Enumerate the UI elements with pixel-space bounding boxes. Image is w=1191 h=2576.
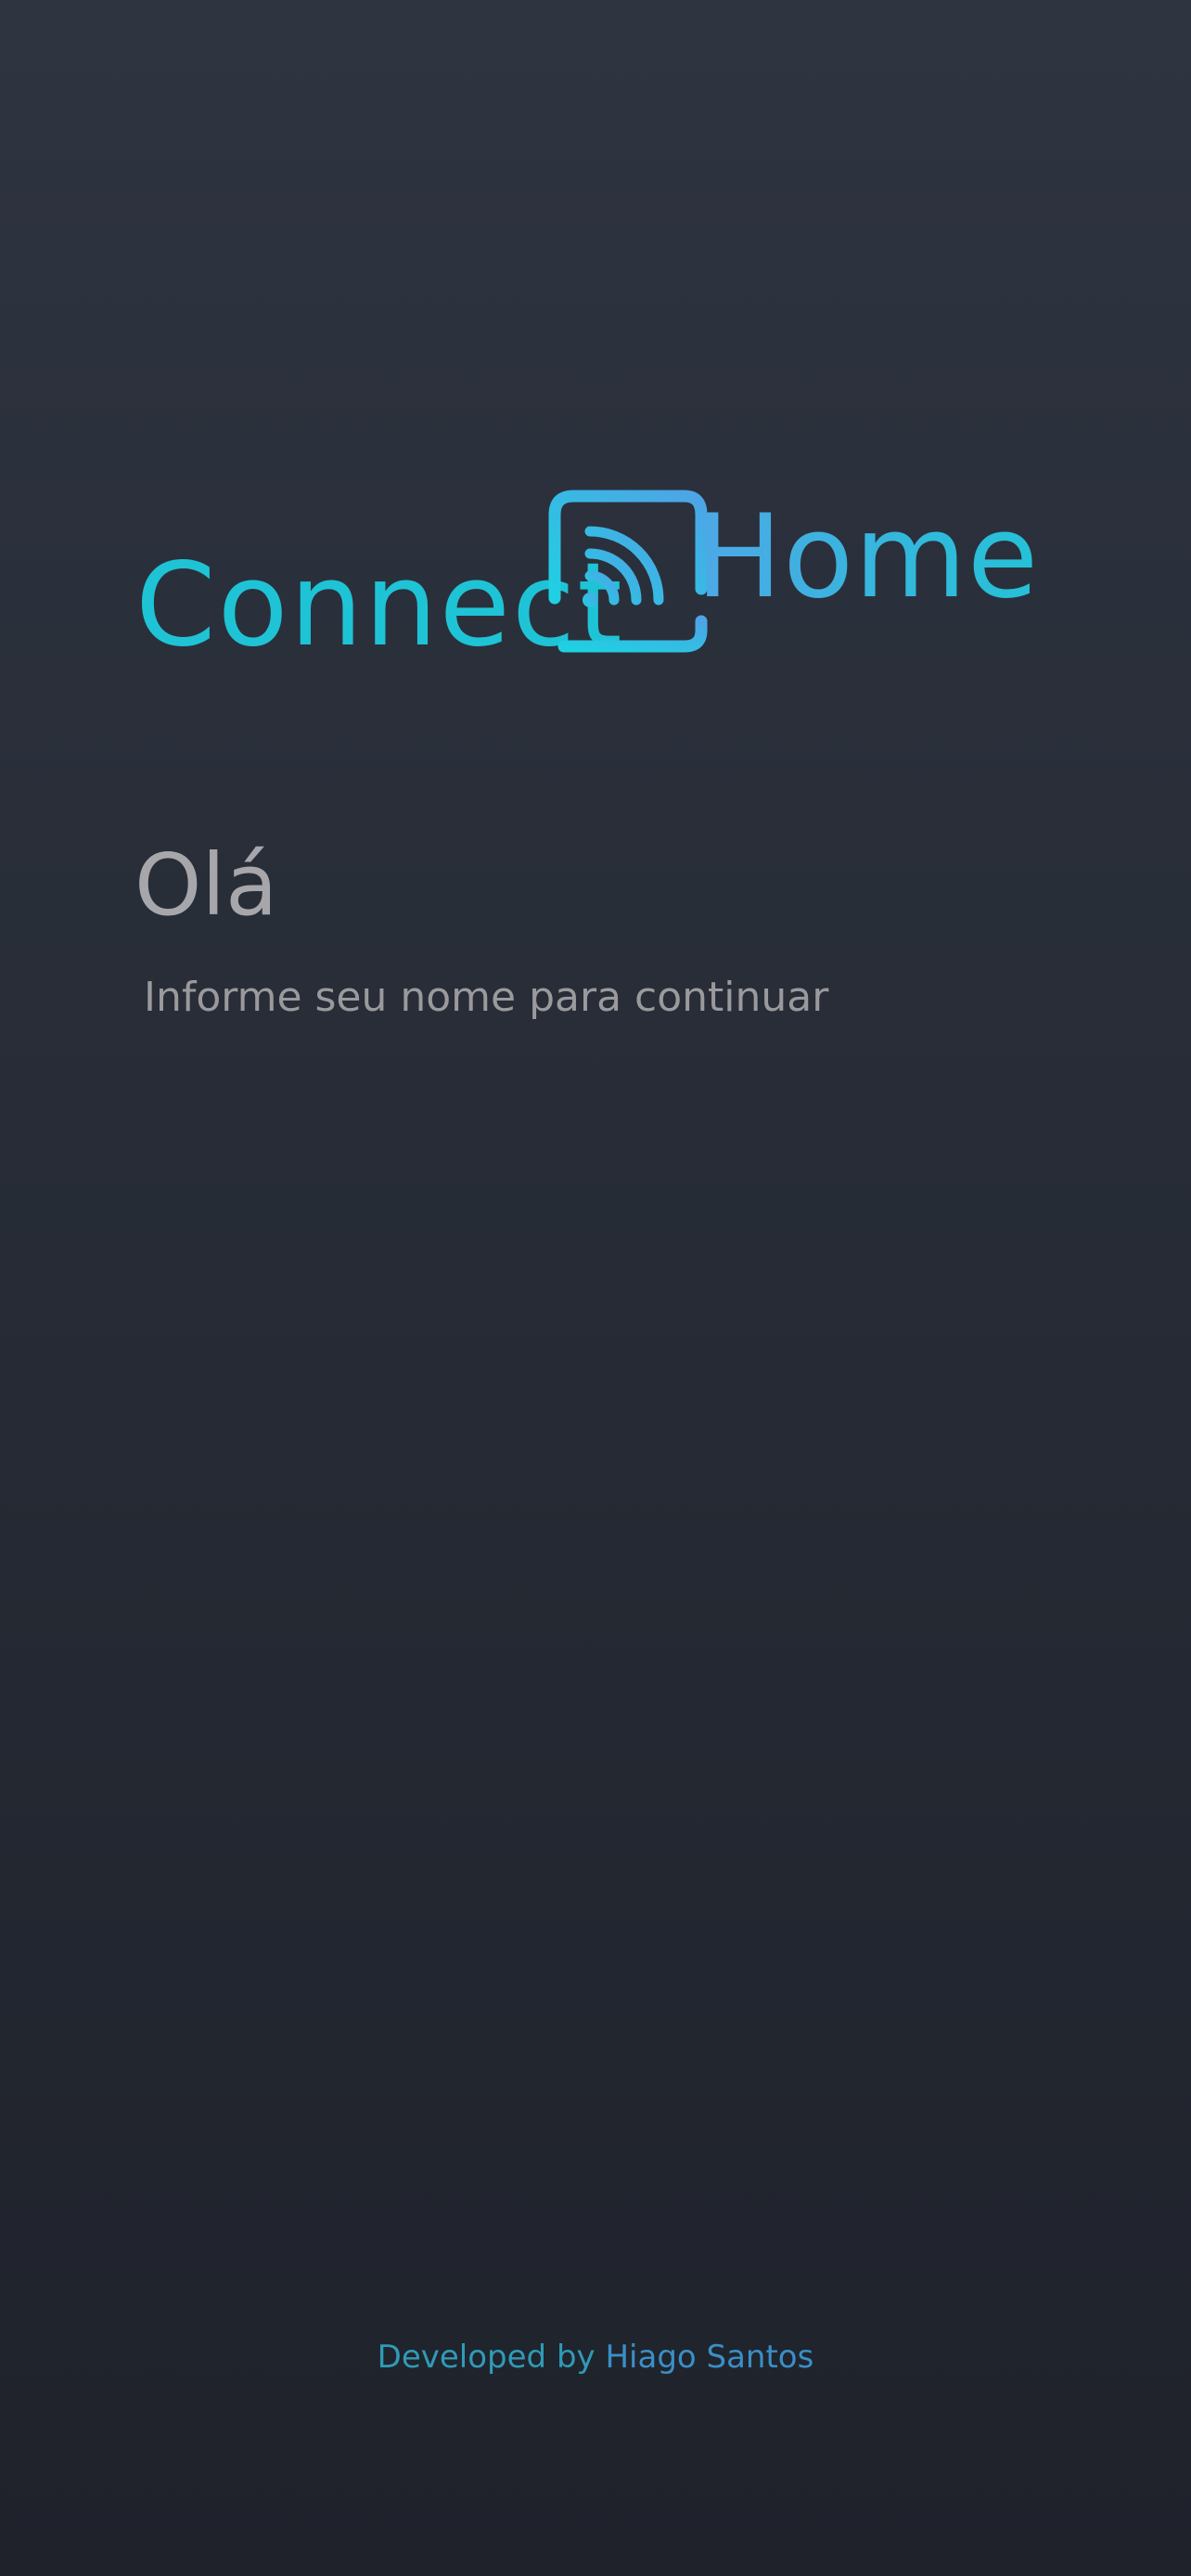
logo-home-text: Home: [696, 491, 1040, 624]
wifi-cast-icon: [548, 490, 708, 653]
name-input[interactable]: [130, 1057, 1065, 1161]
footer-prefix: Developed by: [377, 2339, 606, 2376]
footer-credit: Developed by Hiago Santos: [0, 2335, 1191, 2379]
login-screen: Connect Home Olá Informe seu nome para c…: [0, 0, 1191, 2576]
greeting-subtitle: Informe seu nome para continuar: [144, 974, 829, 1021]
footer-author: Hiago Santos: [605, 2339, 814, 2376]
app-logo: Connect Home: [130, 487, 1057, 672]
greeting-title: Olá: [134, 835, 278, 935]
